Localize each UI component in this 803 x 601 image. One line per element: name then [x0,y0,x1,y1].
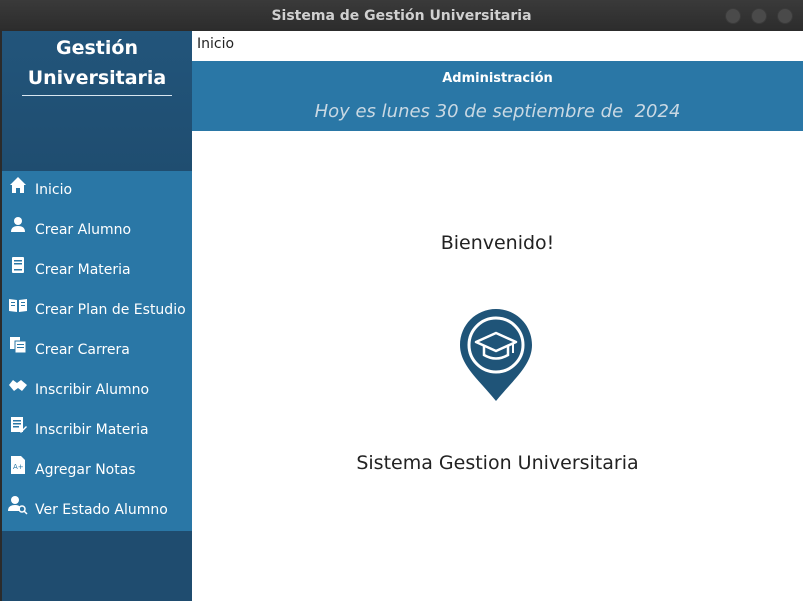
sidebar-item-agregar-notas[interactable]: A+ Agregar Notas [2,451,192,491]
minimize-button[interactable] [725,8,741,24]
sidebar-item-crear-materia[interactable]: Crear Materia [2,251,192,291]
main-content: Inicio Administración Hoy es lunes 30 de… [192,31,803,601]
sidebar: Gestión Universitaria Inicio Crear Alumn… [2,31,192,601]
sidebar-item-inicio[interactable]: Inicio [2,171,192,211]
page-header: Administración Hoy es lunes 30 de septie… [192,61,803,131]
sidebar-item-label: Crear Alumno [35,222,132,238]
window-title: Sistema de Gestión Universitaria [271,7,532,24]
page-title: Administración [442,71,553,86]
system-name: Sistema Gestion Universitaria [356,452,639,474]
sidebar-item-crear-alumno[interactable]: Crear Alumno [2,211,192,251]
sidebar-brand: Gestión Universitaria [2,31,192,171]
maximize-button[interactable] [751,8,767,24]
sidebar-item-label: Inicio [35,182,73,198]
sidebar-item-label: Crear Plan de Estudio [35,302,186,318]
breadcrumb: Inicio [197,36,235,52]
brand-title: Gestión Universitaria [2,33,192,93]
sidebar-item-inscribir-alumno[interactable]: Inscribir Alumno [2,371,192,411]
welcome-text: Bienvenido! [440,232,555,254]
book-icon [8,255,28,275]
sidebar-item-crear-carrera[interactable]: Crear Carrera [2,331,192,371]
svg-text:A+: A+ [13,463,24,471]
user-icon [8,215,28,235]
handshake-icon [8,375,28,395]
sidebar-item-ver-estado-alumno[interactable]: Ver Estado Alumno [2,491,192,531]
documents-icon [8,335,28,355]
grade-document-icon: A+ [8,455,28,475]
date-label: Hoy es lunes 30 de septiembre de 2024 [314,101,681,122]
home-icon [8,175,28,195]
sidebar-item-label: Agregar Notas [35,462,136,478]
open-book-icon [8,295,28,315]
graduation-cap-pin-icon [458,307,534,403]
sidebar-item-crear-plan-de-estudio[interactable]: Crear Plan de Estudio [2,291,192,331]
brand-line2: Universitaria [27,67,167,89]
close-button[interactable] [777,8,793,24]
window-title-bar: Sistema de Gestión Universitaria [0,0,803,31]
sidebar-footer [2,531,192,601]
sidebar-item-label: Ver Estado Alumno [35,502,168,518]
sidebar-item-inscribir-materia[interactable]: Inscribir Materia [2,411,192,451]
brand-divider [22,95,172,96]
sidebar-menu: Inicio Crear Alumno Crear Materia Crear … [2,171,192,531]
brand-line1: Gestión [56,37,138,59]
sidebar-item-label: Crear Carrera [35,342,130,358]
edit-list-icon [8,415,28,435]
sidebar-item-label: Crear Materia [35,262,131,278]
sidebar-item-label: Inscribir Materia [35,422,149,438]
sidebar-item-label: Inscribir Alumno [35,382,150,398]
user-search-icon [8,495,28,515]
